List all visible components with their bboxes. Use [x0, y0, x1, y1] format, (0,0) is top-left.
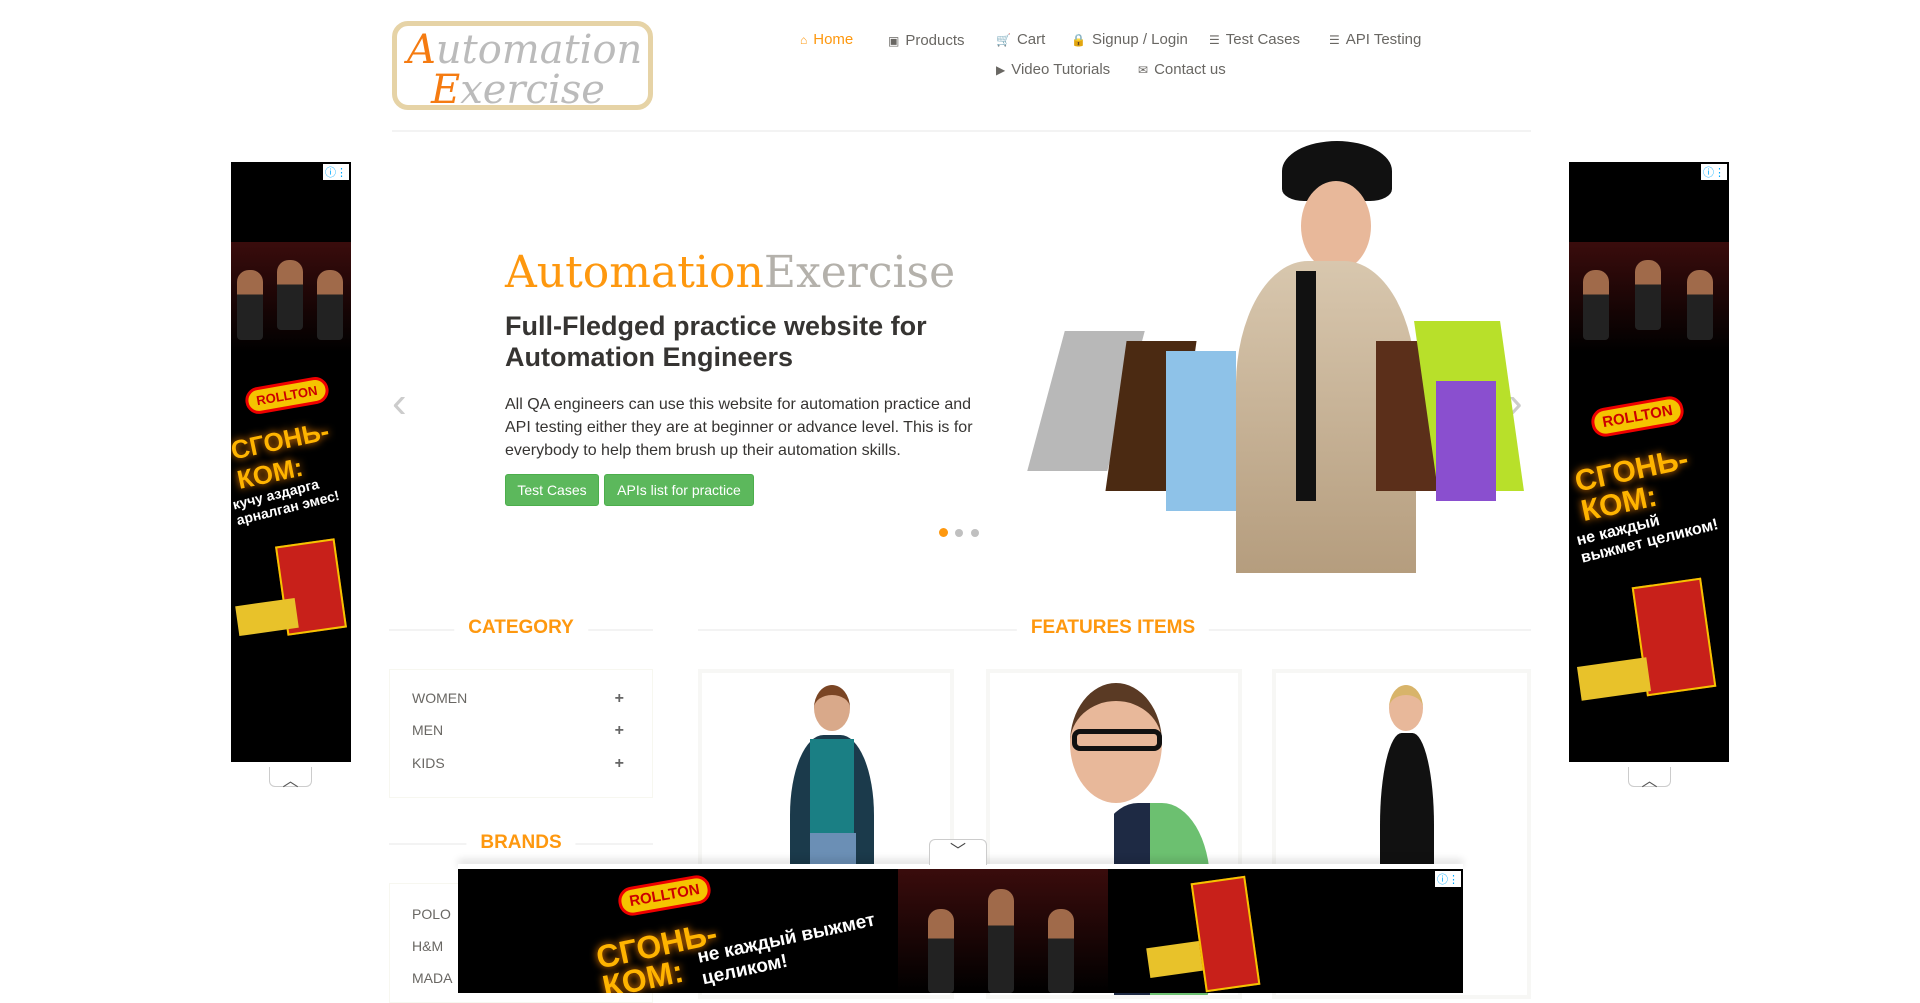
youtube-icon: ▶	[996, 63, 1006, 77]
nav-products[interactable]: ▣ Products	[888, 32, 965, 49]
slider-prev-arrow[interactable]: ‹	[392, 378, 407, 428]
slide-dot-2[interactable]	[955, 529, 963, 537]
nav-test-cases[interactable]: ☰ Test Cases	[1209, 31, 1300, 48]
category-panel: WOMEN + MEN + KIDS +	[389, 669, 653, 798]
header-divider	[392, 130, 1531, 132]
brand-hm[interactable]: H&M	[412, 938, 443, 954]
rollton-logo: ROLLTON	[243, 374, 331, 417]
right-ad-banner[interactable]: ⓘ⋮ ROLLTON СГОНЬ-КОМ: не каждый выжмет ц…	[1569, 162, 1729, 762]
site-logo[interactable]: Automation Exercise	[392, 21, 653, 110]
hero-image-shopping-girl	[1026, 141, 1524, 573]
slide-dot-1[interactable]	[939, 528, 948, 537]
features-title: FEATURES ITEMS	[1016, 617, 1210, 639]
ad-info-icon[interactable]: ⓘ⋮	[1435, 871, 1461, 887]
plus-icon[interactable]: +	[615, 722, 624, 740]
home-icon: ⌂	[800, 33, 808, 47]
brands-title: BRANDS	[466, 832, 576, 854]
list-icon: ☰	[1209, 33, 1220, 47]
plus-icon[interactable]: +	[615, 690, 624, 708]
nav-cart[interactable]: 🛒 Cart	[996, 31, 1045, 48]
nav-home[interactable]: ⌂ Home	[800, 31, 853, 48]
plus-icon[interactable]: +	[615, 755, 624, 773]
bottom-ad-banner[interactable]: ⓘ⋮ ROLLTON СГОНЬ-КОМ: не каждый выжмет ц…	[458, 869, 1463, 993]
category-women[interactable]: WOMEN +	[390, 690, 652, 710]
category-men[interactable]: MEN +	[390, 722, 652, 742]
lock-icon: 🔒	[1071, 33, 1086, 47]
right-ad-collapse-chevron-up-icon[interactable]: ︿	[1628, 767, 1671, 790]
left-ad-banner[interactable]: ⓘ⋮ ROLLTON СГОНЬ-КОМ: кучу аздарга арнал…	[231, 162, 351, 762]
envelope-icon: ✉	[1138, 63, 1149, 77]
brand-mada[interactable]: MADA	[412, 970, 452, 986]
bottom-ad-collapse-chevron-down-icon[interactable]: ﹀	[929, 839, 987, 865]
category-title: CATEGORY	[454, 617, 588, 639]
cart-icon: 🛒	[996, 33, 1011, 47]
ad-info-icon[interactable]: ⓘ⋮	[323, 164, 349, 180]
slide-dot-3[interactable]	[971, 529, 979, 537]
test-cases-button[interactable]: Test Cases	[505, 474, 599, 506]
left-ad-collapse-chevron-up-icon[interactable]: ︿	[269, 767, 312, 790]
nav-signup-login[interactable]: 🔒 Signup / Login	[1071, 31, 1188, 48]
products-icon: ▣	[888, 34, 900, 48]
nav-api-testing[interactable]: ☰ API Testing	[1329, 31, 1421, 48]
hero-description: All QA engineers can use this website fo…	[505, 396, 973, 459]
category-kids[interactable]: KIDS +	[390, 755, 652, 775]
hero-heading: Full-Fledged practice website for Automa…	[505, 311, 927, 372]
brand-polo[interactable]: POLO	[412, 906, 451, 922]
hero-brand-title: AutomationExercise	[505, 247, 956, 298]
apis-list-button[interactable]: APIs list for practice	[604, 474, 754, 506]
nav-contact-us[interactable]: ✉ Contact us	[1138, 61, 1226, 78]
ad-info-icon[interactable]: ⓘ⋮	[1701, 164, 1727, 180]
nav-video-tutorials[interactable]: ▶ Video Tutorials	[996, 61, 1110, 78]
list-icon: ☰	[1329, 33, 1340, 47]
